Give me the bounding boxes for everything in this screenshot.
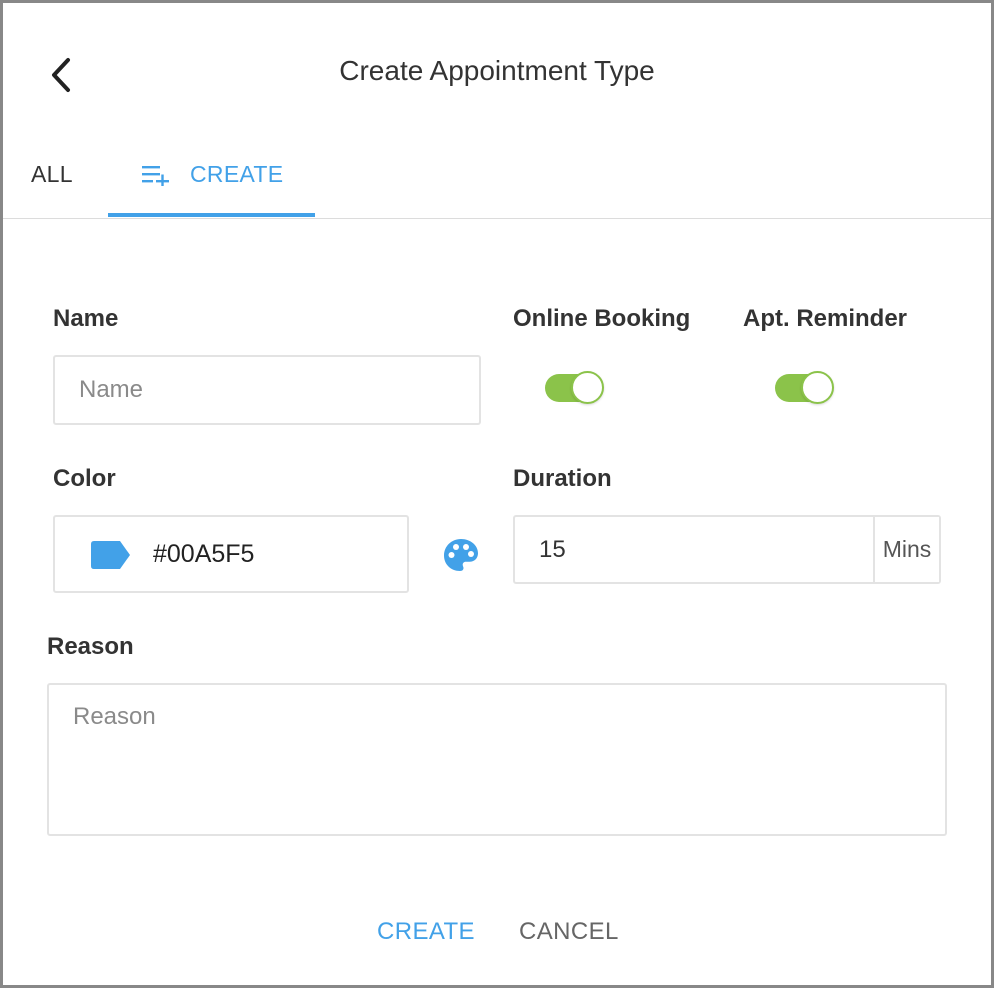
apt-reminder-toggle[interactable]: [775, 370, 835, 406]
color-picker-button[interactable]: [441, 535, 481, 575]
tab-all-label: ALL: [31, 161, 73, 187]
playlist-add-icon: [142, 164, 172, 186]
cancel-button[interactable]: CANCEL: [519, 918, 619, 946]
tab-bar: ALL CREATE: [3, 131, 991, 219]
tab-create[interactable]: CREATE: [108, 131, 315, 218]
toggle-knob: [571, 371, 604, 404]
active-tab-indicator: [108, 213, 315, 217]
dialog: Create Appointment Type ALL CREATE Name …: [0, 0, 994, 988]
label-tag-icon: [91, 541, 131, 574]
duration-input[interactable]: [515, 517, 873, 582]
online-booking-label: Online Booking: [513, 305, 691, 332]
palette-icon: [444, 539, 478, 571]
duration-unit: Mins: [873, 517, 939, 582]
online-booking-toggle[interactable]: [545, 370, 605, 406]
duration-label: Duration: [513, 465, 612, 492]
tab-create-label: CREATE: [190, 161, 284, 187]
duration-group: Mins: [513, 515, 941, 584]
color-value: #00A5F5: [153, 540, 255, 568]
apt-reminder-label: Apt. Reminder: [743, 305, 908, 332]
reason-textarea[interactable]: [47, 683, 947, 836]
toggle-knob: [801, 371, 834, 404]
reason-label: Reason: [47, 633, 134, 660]
name-label: Name: [53, 305, 119, 332]
name-input[interactable]: [53, 355, 481, 425]
page-title: Create Appointment Type: [339, 55, 655, 86]
tab-all[interactable]: ALL: [31, 131, 73, 218]
color-label: Color: [53, 465, 116, 492]
color-field[interactable]: #00A5F5: [53, 515, 409, 593]
create-button[interactable]: CREATE: [377, 918, 475, 946]
